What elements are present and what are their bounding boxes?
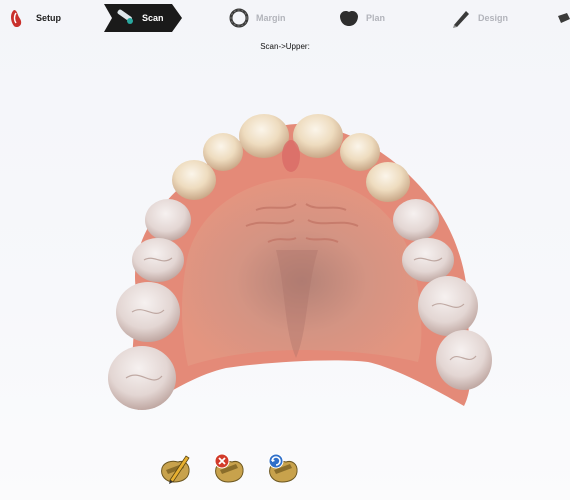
jaw-setup-icon: [11, 10, 22, 28]
design-pen-icon: [453, 11, 469, 28]
step-label: Scan: [142, 13, 164, 23]
model-delete-icon: [214, 453, 244, 483]
step-setup[interactable]: Setup: [8, 4, 61, 32]
step-label: Design: [478, 13, 509, 23]
scan-breadcrumb: Scan->Upper:: [260, 42, 310, 51]
step-label: Setup: [36, 13, 62, 23]
workflow-bar: Setup Scan Margin Plan Design: [0, 0, 570, 36]
step-design[interactable]: Design: [450, 4, 508, 32]
step-label: Margin: [256, 13, 286, 23]
margin-ring-icon: [229, 8, 249, 28]
rescan-button[interactable]: [266, 452, 300, 486]
step-scan[interactable]: Scan: [114, 4, 164, 32]
crown-plan-icon: [340, 11, 358, 26]
edit-scan-button[interactable]: [158, 452, 192, 486]
step-label: Plan: [366, 13, 386, 23]
model-refresh-icon: [268, 453, 298, 483]
delete-scan-button[interactable]: [212, 452, 246, 486]
next-step-icon[interactable]: [557, 11, 570, 25]
upper-arch-scan-model[interactable]: [96, 100, 506, 420]
model-pencil-icon: [161, 455, 190, 484]
scanner-wand-icon: [117, 9, 133, 24]
step-plan[interactable]: Plan: [338, 4, 385, 32]
step-margin[interactable]: Margin: [228, 4, 286, 32]
